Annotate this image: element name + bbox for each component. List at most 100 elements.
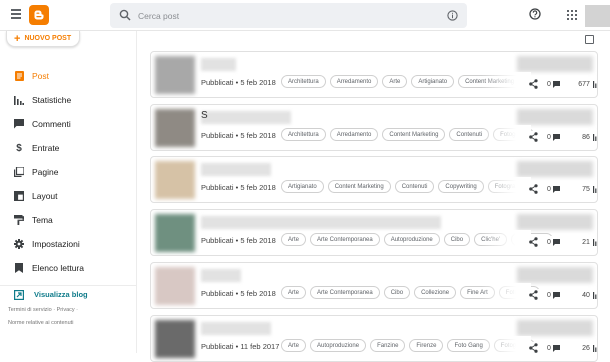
sidebar-item-entrate[interactable]: $ Entrate bbox=[0, 140, 137, 156]
post-card[interactable]: Pubblicati • 5 feb 2018 Architettura Arred… bbox=[150, 51, 598, 98]
tags-fade bbox=[481, 72, 531, 94]
comment-icon bbox=[552, 238, 560, 246]
share-icon[interactable] bbox=[529, 237, 538, 247]
post-title-blurred[interactable] bbox=[201, 58, 236, 71]
post-card[interactable]: Pubblicati • 11 feb 2017 Arte Autoproduzio… bbox=[150, 315, 598, 362]
sidebar-item-pagine[interactable]: Pagine bbox=[0, 164, 137, 180]
post-card[interactable]: Pubblicati • 5 feb 2018 Artigianato Conten… bbox=[150, 156, 598, 203]
view-blog-label: Visualizza blog bbox=[34, 290, 88, 299]
post-label-chip[interactable]: Architettura bbox=[281, 128, 326, 141]
post-title-blurred[interactable] bbox=[201, 216, 441, 229]
post-label-chip[interactable]: Firenze bbox=[409, 339, 444, 352]
sidebar-item-impostazioni[interactable]: Impostazioni bbox=[0, 236, 137, 252]
avatar[interactable] bbox=[585, 5, 610, 27]
post-author-blurred bbox=[517, 320, 593, 336]
post-actions: 0 75 bbox=[529, 183, 597, 195]
search-input[interactable] bbox=[138, 7, 438, 24]
post-author-blurred bbox=[517, 56, 593, 72]
post-title-prefix: S bbox=[201, 110, 208, 121]
post-author-blurred bbox=[517, 161, 593, 177]
sidebar-item-tema[interactable]: Tema bbox=[0, 212, 137, 228]
sidebar-item-label: Statistiche bbox=[32, 95, 72, 105]
post-label-chip[interactable]: Arte bbox=[281, 286, 307, 299]
sidebar-item-label: Elenco lettura bbox=[32, 263, 84, 273]
post-label-chip[interactable]: Copywriting bbox=[438, 180, 484, 193]
comment-icon bbox=[552, 291, 560, 299]
post-label-chip[interactable]: Cibo bbox=[383, 286, 411, 299]
plus-icon: + bbox=[14, 32, 21, 45]
new-post-button[interactable]: + NUOVO POST bbox=[6, 31, 80, 47]
pages-icon bbox=[14, 167, 24, 177]
post-card[interactable]: S Pubblicati • 5 feb 2018 Architettura Arre… bbox=[150, 104, 598, 151]
hamburger-menu-icon[interactable] bbox=[11, 9, 21, 19]
view-count: 26 bbox=[582, 344, 590, 352]
post-label-chip[interactable]: Cibo bbox=[443, 233, 471, 246]
post-label-chip[interactable]: Collezione bbox=[414, 286, 457, 299]
post-icon bbox=[14, 71, 24, 81]
post-card[interactable]: Pubblicati • 5 feb 2018 Arte Arte Contempo… bbox=[150, 209, 598, 256]
post-card[interactable]: Pubblicati • 5 feb 2018 Arte Arte Contempo… bbox=[150, 262, 598, 309]
post-status-date: Pubblicati • 5 feb 2018 bbox=[201, 131, 276, 140]
sidebar-item-label: Commenti bbox=[32, 119, 71, 129]
post-title-blurred[interactable] bbox=[201, 163, 271, 176]
post-title-blurred[interactable] bbox=[201, 269, 241, 282]
post-status-date: Pubblicati • 5 feb 2018 bbox=[201, 289, 276, 298]
comment-icon bbox=[552, 344, 560, 352]
post-label-chip[interactable]: Fanzine bbox=[370, 339, 406, 352]
search-bar bbox=[110, 3, 467, 28]
blogger-logo-icon[interactable] bbox=[29, 5, 49, 25]
tags-fade bbox=[481, 177, 531, 199]
footer-links-terms-privacy[interactable]: Termini di servizio · Privacy · bbox=[8, 307, 133, 313]
comment-count: 0 bbox=[547, 80, 551, 88]
footer-links-content-policy[interactable]: Norme relative ai contenuti bbox=[8, 320, 133, 326]
share-icon[interactable] bbox=[529, 343, 538, 353]
settings-icon bbox=[14, 239, 24, 249]
apps-grid-icon[interactable] bbox=[567, 10, 577, 20]
comment-icon bbox=[552, 133, 560, 141]
post-label-chip[interactable]: Arredamento bbox=[329, 75, 379, 88]
post-label-chip[interactable]: Content Marketing bbox=[382, 128, 446, 141]
post-actions: 0 40 bbox=[529, 289, 597, 301]
post-label-chip[interactable]: Autoproduzione bbox=[310, 339, 367, 352]
post-label-chip[interactable]: Autoproduzione bbox=[383, 233, 440, 246]
comment-count: 0 bbox=[547, 238, 551, 246]
comment-count: 0 bbox=[547, 291, 551, 299]
post-thumbnail bbox=[155, 320, 195, 358]
post-label-chip[interactable]: Artigianato bbox=[411, 75, 455, 88]
info-icon[interactable] bbox=[447, 10, 458, 21]
view-blog-link[interactable]: Visualizza blog bbox=[0, 285, 137, 301]
post-label-chip[interactable]: Contenuti bbox=[394, 180, 435, 193]
share-icon[interactable] bbox=[529, 132, 538, 142]
theme-icon bbox=[14, 215, 24, 225]
stats-icon bbox=[14, 95, 24, 105]
post-label-chip[interactable]: Architettura bbox=[281, 75, 326, 88]
sidebar-item-commenti[interactable]: Commenti bbox=[0, 116, 137, 132]
post-label-chip[interactable]: Arte bbox=[281, 233, 307, 246]
post-label-chip[interactable]: Content Marketing bbox=[327, 180, 391, 193]
comment-icon bbox=[552, 80, 560, 88]
share-icon[interactable] bbox=[529, 184, 538, 194]
post-thumbnail bbox=[155, 161, 195, 199]
sidebar-item-post[interactable]: Post bbox=[0, 68, 137, 84]
stats-icon bbox=[592, 185, 597, 193]
post-label-chip[interactable]: Arredamento bbox=[329, 128, 379, 141]
help-icon[interactable] bbox=[529, 8, 541, 20]
post-title-blurred[interactable] bbox=[201, 111, 291, 124]
external-link-icon bbox=[14, 289, 25, 300]
share-icon[interactable] bbox=[529, 290, 538, 300]
post-label-chip[interactable]: Arte Contemporanea bbox=[310, 233, 380, 246]
sidebar-item-statistiche[interactable]: Statistiche bbox=[0, 92, 137, 108]
tags-fade bbox=[481, 283, 531, 305]
post-actions: 0 21 bbox=[529, 236, 597, 248]
stats-icon bbox=[592, 133, 597, 141]
post-label-chip[interactable]: Arte Contemporanea bbox=[310, 286, 380, 299]
post-label-chip[interactable]: Arte bbox=[382, 75, 408, 88]
post-label-chip[interactable]: Arte bbox=[281, 339, 307, 352]
select-all-checkbox[interactable] bbox=[585, 35, 594, 44]
sidebar-item-layout[interactable]: Layout bbox=[0, 188, 137, 204]
post-actions: 0 677 bbox=[529, 78, 597, 90]
post-title-blurred[interactable] bbox=[201, 322, 271, 335]
post-label-chip[interactable]: Artigianato bbox=[281, 180, 324, 193]
sidebar-item-elenco-lettura[interactable]: Elenco lettura bbox=[0, 260, 137, 276]
share-icon[interactable] bbox=[529, 79, 538, 89]
